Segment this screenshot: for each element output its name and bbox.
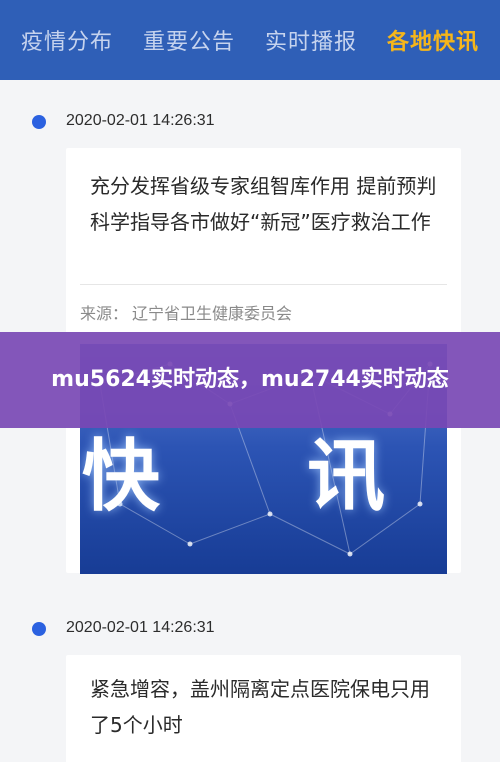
- news-card[interactable]: 紧急增容，盖州隔离定点医院保电只用了5个小时: [66, 655, 461, 762]
- image-headline-text: 快 讯: [81, 432, 446, 522]
- timeline-dot: [32, 622, 46, 636]
- tab-important-notices[interactable]: 重要公告: [143, 24, 235, 56]
- timestamp: 2020-02-01 14:26:31: [66, 619, 215, 636]
- divider: [80, 284, 447, 285]
- timeline-dot: [32, 115, 46, 129]
- top-navigation: 疫情分布 重要公告 实时播报 各地快讯: [0, 0, 500, 80]
- timestamp: 2020-02-01 14:26:31: [66, 112, 215, 129]
- overlay-banner: mu5624实时动态，mu2744实时动态: [0, 332, 500, 428]
- tab-epidemic-distribution[interactable]: 疫情分布: [21, 24, 113, 56]
- source-label: 来源：: [80, 304, 129, 323]
- app-root: 疫情分布 重要公告 实时播报 各地快讯 2020-02-01 14:26:31 …: [0, 0, 500, 762]
- source-name: 辽宁省卫生健康委员会: [132, 304, 293, 323]
- news-title[interactable]: 紧急增容，盖州隔离定点医院保电只用了5个小时: [90, 671, 441, 743]
- overlay-headline: mu5624实时动态，mu2744实时动态: [51, 367, 449, 392]
- news-source: 来源： 辽宁省卫生健康委员会: [80, 300, 292, 324]
- tab-live-broadcast[interactable]: 实时播报: [265, 24, 357, 56]
- tab-regional-news[interactable]: 各地快讯: [387, 24, 479, 56]
- news-title[interactable]: 充分发挥省级专家组智库作用 提前预判 科学指导各市做好“新冠”医疗救治工作: [90, 168, 441, 240]
- feed-item: 2020-02-01 14:26:31 紧急增容，盖州隔离定点医院保电只用了5个…: [0, 600, 500, 762]
